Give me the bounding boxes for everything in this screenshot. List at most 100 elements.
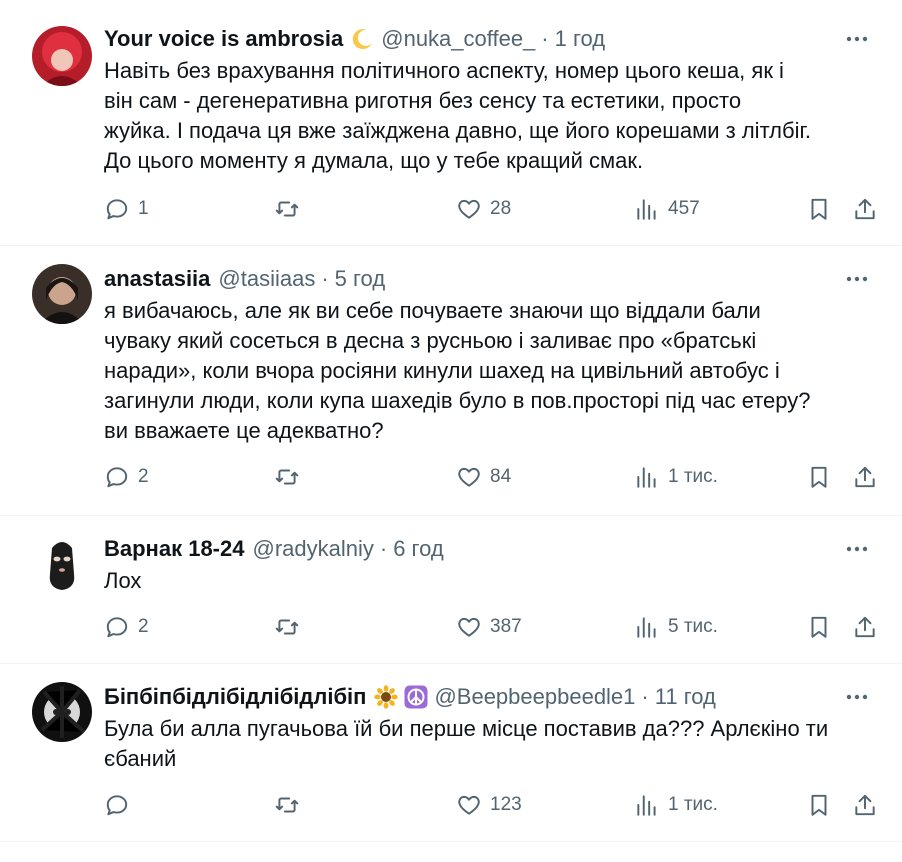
views-icon xyxy=(637,199,656,220)
like-count: 84 xyxy=(490,466,512,487)
retweet-button[interactable] xyxy=(274,792,308,818)
bookmark-icon xyxy=(811,794,827,816)
reply-tweet[interactable]: anastasiia @tasiiaas · 5 год я вибачаюсь… xyxy=(0,246,902,516)
timestamp[interactable]: 11 год xyxy=(655,684,716,710)
retweet-button[interactable] xyxy=(274,614,308,640)
views-button[interactable]: 1 тис. xyxy=(634,792,718,818)
reply-tweet[interactable]: Your voice is ambrosia @nuka_coffee_ · 1… xyxy=(0,0,902,246)
share-button[interactable] xyxy=(852,464,878,490)
separator-dot: · xyxy=(541,26,549,51)
sunflower-icon xyxy=(374,685,399,709)
display-name[interactable]: Your voice is ambrosia xyxy=(104,26,343,52)
reply-count: 2 xyxy=(138,616,149,637)
reply-button[interactable] xyxy=(104,792,138,818)
avatar[interactable] xyxy=(32,26,92,86)
bookmark-icon xyxy=(811,616,827,638)
more-options-icon[interactable] xyxy=(842,684,872,710)
share-button[interactable] xyxy=(852,614,878,640)
reply-count: 1 xyxy=(138,198,149,219)
more-options-icon[interactable] xyxy=(842,536,872,562)
bookmark-button[interactable] xyxy=(806,614,832,640)
reply-button[interactable]: 2 xyxy=(104,614,149,640)
tweet-text: я вибачаюсь, але як ви себе почуваете зн… xyxy=(104,298,811,443)
reply-button[interactable]: 1 xyxy=(104,196,149,222)
heart-icon xyxy=(458,199,480,219)
user-handle[interactable]: @nuka_coffee_ xyxy=(381,26,535,52)
reply-button[interactable]: 2 xyxy=(104,464,149,490)
retweet-icon xyxy=(275,201,299,217)
views-icon xyxy=(637,617,656,638)
reply-count: 2 xyxy=(138,466,149,487)
reply-icon xyxy=(106,199,128,220)
views-icon xyxy=(637,467,656,488)
avatar[interactable] xyxy=(32,264,92,324)
display-name[interactable]: anastasiia xyxy=(104,266,210,292)
heart-icon xyxy=(458,617,480,637)
more-options-icon[interactable] xyxy=(842,266,872,292)
tweet-header: Варнак 18-24 @radykalniy · 6 год xyxy=(104,534,872,564)
view-count: 1 тис. xyxy=(668,466,718,487)
bookmark-icon xyxy=(811,198,827,220)
timestamp[interactable]: 6 год xyxy=(393,536,443,562)
retweet-icon xyxy=(275,469,299,485)
like-button[interactable]: 387 xyxy=(456,614,522,640)
tweet-text: Лох xyxy=(104,568,142,593)
share-icon xyxy=(855,198,875,220)
tweet-header: Your voice is ambrosia @nuka_coffee_ · 1… xyxy=(104,24,872,54)
avatar[interactable] xyxy=(32,682,92,742)
reply-icon xyxy=(106,467,128,488)
display-name[interactable]: Варнак 18-24 xyxy=(104,536,244,562)
user-handle[interactable]: @Beepbeepbeedle1 xyxy=(434,684,635,710)
user-handle[interactable]: @radykalniy xyxy=(252,536,373,562)
share-icon xyxy=(855,616,875,638)
share-button[interactable] xyxy=(852,196,878,222)
avatar[interactable] xyxy=(32,534,92,594)
reply-tweet[interactable]: Варнак 18-24 @radykalniy · 6 год Лох 2 3… xyxy=(0,516,902,664)
like-count: 28 xyxy=(490,198,512,219)
tweet-header: anastasiia @tasiiaas · 5 год xyxy=(104,264,872,294)
like-button[interactable]: 28 xyxy=(456,196,511,222)
views-icon xyxy=(637,795,656,816)
bookmark-button[interactable] xyxy=(806,792,832,818)
views-button[interactable]: 5 тис. xyxy=(634,614,718,640)
share-icon xyxy=(855,794,875,816)
share-icon xyxy=(855,466,875,488)
like-count: 123 xyxy=(490,794,522,815)
action-bar: 2 84 1 тис. xyxy=(104,464,875,494)
view-count: 457 xyxy=(668,198,700,219)
action-bar: 123 1 тис. xyxy=(104,792,875,822)
like-count: 387 xyxy=(490,616,522,637)
reply-icon xyxy=(106,795,128,816)
like-button[interactable]: 84 xyxy=(456,464,511,490)
share-button[interactable] xyxy=(852,792,878,818)
retweet-button[interactable] xyxy=(274,196,308,222)
user-handle[interactable]: @tasiiaas xyxy=(218,266,315,292)
more-options-icon[interactable] xyxy=(842,26,872,52)
timestamp[interactable]: 5 год xyxy=(335,266,385,292)
views-button[interactable]: 457 xyxy=(634,196,700,222)
reply-icon xyxy=(106,617,128,638)
retweet-button[interactable] xyxy=(274,464,308,490)
tweet-text: Була би алла пугачьова їй би перше місце… xyxy=(104,716,829,771)
retweet-icon xyxy=(275,619,299,635)
tweet-header: Біпбіпбідлібідлібідлібіп @Beepbeepbeedle… xyxy=(104,682,872,712)
bookmark-button[interactable] xyxy=(806,196,832,222)
view-count: 1 тис. xyxy=(668,794,718,815)
bookmark-button[interactable] xyxy=(806,464,832,490)
like-button[interactable]: 123 xyxy=(456,792,522,818)
action-bar: 2 387 5 тис. xyxy=(104,614,875,644)
reply-feed: Your voice is ambrosia @nuka_coffee_ · 1… xyxy=(0,0,902,842)
retweet-icon xyxy=(275,797,299,813)
display-name[interactable]: Біпбіпбідлібідлібідлібіп xyxy=(104,684,366,710)
view-count: 5 тис. xyxy=(668,616,718,637)
crescent-moon-icon xyxy=(351,27,375,51)
separator-dot: · xyxy=(321,266,329,291)
reply-tweet[interactable]: Біпбіпбідлібідлібідлібіп @Beepbeepbeedle… xyxy=(0,664,902,842)
separator-dot: · xyxy=(641,684,649,709)
timestamp[interactable]: 1 год xyxy=(555,26,605,52)
bookmark-icon xyxy=(811,466,827,488)
views-button[interactable]: 1 тис. xyxy=(634,464,718,490)
action-bar: 1 28 457 xyxy=(104,196,875,226)
heart-icon xyxy=(458,795,480,815)
separator-dot: · xyxy=(379,536,388,561)
